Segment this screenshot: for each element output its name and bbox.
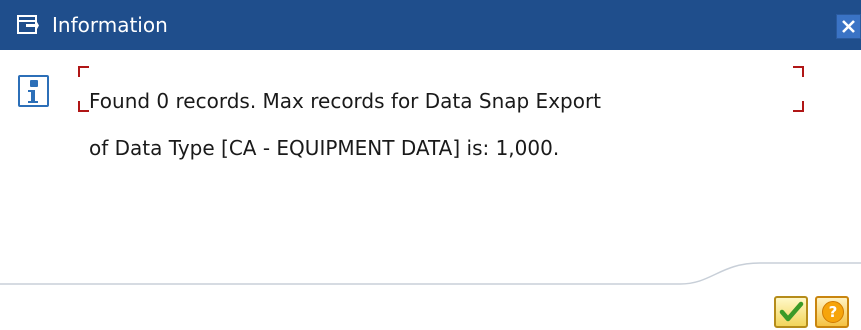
ok-button[interactable]	[774, 296, 808, 328]
information-dialog: Information Found 0 records. Max records…	[0, 0, 861, 330]
footer-separator	[0, 262, 861, 285]
help-button[interactable]: ?	[815, 296, 849, 328]
help-icon: ?	[822, 301, 844, 323]
checkmark-icon	[779, 301, 804, 322]
